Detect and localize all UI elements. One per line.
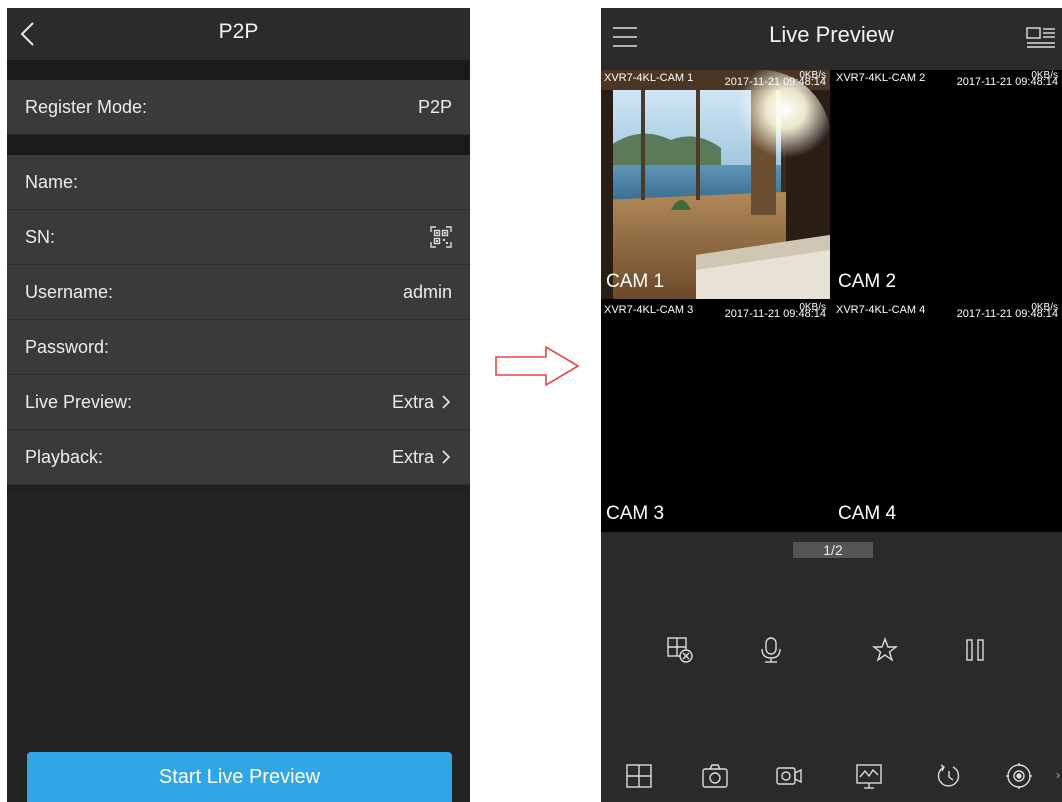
- more-tools-chevron-icon[interactable]: ›: [1056, 768, 1060, 782]
- camera-2-bitrate: 0KB/s: [1031, 70, 1058, 81]
- register-mode-value: P2P: [417, 96, 452, 117]
- password-field-row[interactable]: Password:: [7, 320, 470, 375]
- snapshot-icon[interactable]: [701, 762, 729, 790]
- split-screen-icon[interactable]: [625, 762, 653, 790]
- start-live-preview-button[interactable]: Start Live Preview: [27, 752, 452, 802]
- camera-2-label: CAM 2: [838, 271, 897, 292]
- sn-label: SN:: [25, 226, 56, 247]
- camera-tile-2[interactable]: XVR7-4KL-CAM 2 2017-11-21 09:48:14 0KB/s…: [833, 70, 1062, 299]
- username-field-row[interactable]: Username: admin: [7, 265, 470, 320]
- camera-3-bitrate: 0KB/s: [799, 302, 826, 313]
- camera-4-name: XVR7-4KL-CAM 4: [836, 304, 926, 316]
- live-preview-label: Live Preview:: [25, 391, 133, 412]
- chevron-right-icon: [442, 395, 451, 409]
- camera-3-label: CAM 3: [606, 503, 665, 524]
- camera-3-name: XVR7-4KL-CAM 3: [604, 304, 694, 316]
- close-window-icon[interactable]: [666, 636, 694, 664]
- section-gap: [7, 135, 470, 155]
- p2p-settings-screen: P2P Register Mode: P2P Name: SN: Usernam…: [7, 8, 470, 802]
- left-title-bar: P2P: [7, 8, 470, 60]
- camera-1-bitrate: 0KB/s: [799, 70, 826, 81]
- playback-stream: Extra: [392, 447, 452, 468]
- alarm-screen-icon[interactable]: [855, 762, 883, 790]
- camera-tile-1[interactable]: XVR7-4KL-CAM 1 2017-11-21 09:48:14 0KB/s…: [601, 70, 830, 299]
- camera-tile-3[interactable]: XVR7-4KL-CAM 3 2017-11-21 09:48:14 0KB/s…: [601, 302, 830, 531]
- chevron-right-icon: [442, 450, 451, 464]
- camera-2-name: XVR7-4KL-CAM 2: [836, 72, 926, 84]
- name-field-row[interactable]: Name:: [7, 155, 470, 210]
- live-preview-stream: Extra: [392, 392, 452, 413]
- transition-arrow-icon: [495, 345, 580, 387]
- favorite-star-icon[interactable]: [871, 636, 899, 664]
- page-title: Live Preview: [769, 22, 894, 47]
- sn-field-row[interactable]: SN:: [7, 210, 470, 265]
- camera-grid: XVR7-4KL-CAM 1 2017-11-21 09:48:14 0KB/s…: [601, 70, 1062, 532]
- camera-tile-4[interactable]: XVR7-4KL-CAM 4 2017-11-21 09:48:14 0KB/s…: [833, 302, 1062, 531]
- playback-row[interactable]: Playback: Extra: [7, 430, 470, 485]
- live-preview-row[interactable]: Live Preview: Extra: [7, 375, 470, 430]
- register-mode-label: Register Mode:: [25, 96, 148, 117]
- qr-scan-icon[interactable]: [430, 226, 452, 248]
- username-value: admin: [402, 281, 452, 302]
- microphone-icon[interactable]: [757, 636, 785, 664]
- pause-icon[interactable]: [961, 636, 989, 664]
- page-title: P2P: [218, 20, 259, 43]
- camera-4-bitrate: 0KB/s: [1031, 302, 1058, 313]
- name-label: Name:: [25, 171, 79, 192]
- username-label: Username:: [25, 281, 114, 302]
- page-indicator: 1/2: [793, 542, 873, 558]
- right-title-bar: Live Preview: [601, 8, 1062, 70]
- playback-label: Playback:: [25, 446, 104, 467]
- ptz-icon[interactable]: [1005, 762, 1033, 790]
- camera-1-label: CAM 1: [606, 271, 665, 292]
- playback-history-icon[interactable]: [935, 762, 963, 790]
- register-mode-row[interactable]: Register Mode: P2P: [7, 80, 470, 135]
- record-icon[interactable]: [775, 762, 803, 790]
- camera-4-label: CAM 4: [838, 503, 897, 524]
- camera-1-video-frame: [601, 70, 830, 299]
- camera-1-name: XVR7-4KL-CAM 1: [604, 72, 694, 84]
- live-preview-value: Extra: [391, 391, 434, 412]
- live-preview-screen: Live Preview XVR7-4KL-CAM 1 2017-11-21 0…: [601, 8, 1062, 802]
- password-label: Password:: [25, 336, 110, 357]
- device-list-icon[interactable]: [1026, 24, 1056, 50]
- section-gap: [7, 60, 470, 80]
- playback-value: Extra: [391, 446, 434, 467]
